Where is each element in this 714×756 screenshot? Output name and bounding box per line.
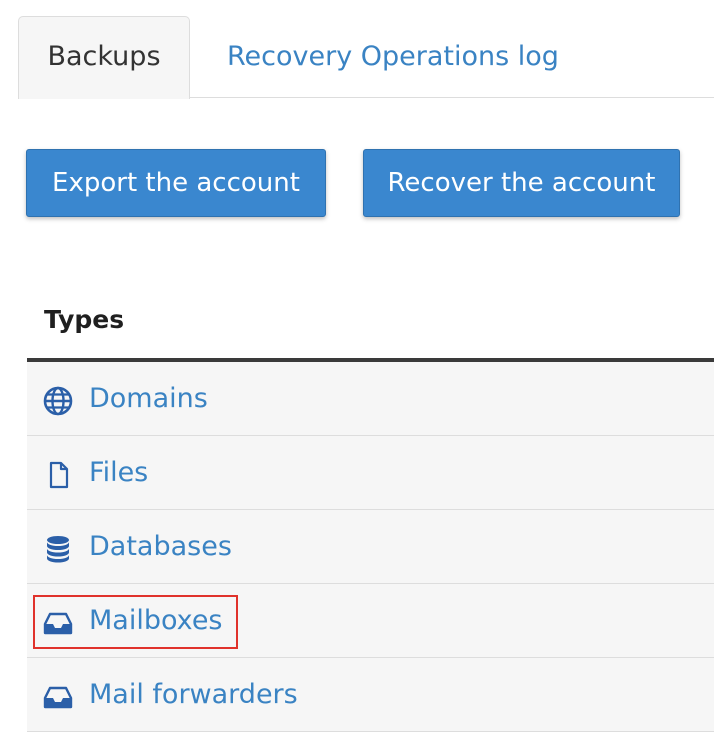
list-item-label[interactable]: Mailboxes <box>89 584 223 658</box>
file-icon <box>43 460 73 489</box>
tab-bar: Backups Recovery Operations log <box>18 0 714 99</box>
tab-backups[interactable]: Backups <box>18 16 190 99</box>
recover-account-button[interactable]: Recover the account <box>363 149 680 217</box>
tab-backups-label: Backups <box>47 41 161 72</box>
types-column-header: Types <box>44 305 125 334</box>
backups-page: Backups Recovery Operations log Export t… <box>0 0 714 756</box>
types-list: Domains Files Databases Mailboxes Mail f… <box>27 362 714 732</box>
list-item-label[interactable]: Files <box>89 436 148 510</box>
globe-icon <box>43 386 73 416</box>
tab-recovery-operations-log[interactable]: Recovery Operations log <box>227 16 559 99</box>
list-item-mailboxes[interactable]: Mailboxes <box>27 584 714 658</box>
inbox-icon <box>43 608 73 636</box>
database-icon <box>43 534 73 563</box>
list-item-domains[interactable]: Domains <box>27 362 714 436</box>
list-item-label[interactable]: Databases <box>89 510 232 584</box>
list-item-files[interactable]: Files <box>27 436 714 510</box>
list-item-label[interactable]: Domains <box>89 362 208 436</box>
list-item-databases[interactable]: Databases <box>27 510 714 584</box>
list-item-label[interactable]: Mail forwarders <box>89 658 298 732</box>
inbox-icon <box>43 682 73 710</box>
export-account-button[interactable]: Export the account <box>26 149 326 217</box>
list-item-mail-forwarders[interactable]: Mail forwarders <box>27 658 714 732</box>
